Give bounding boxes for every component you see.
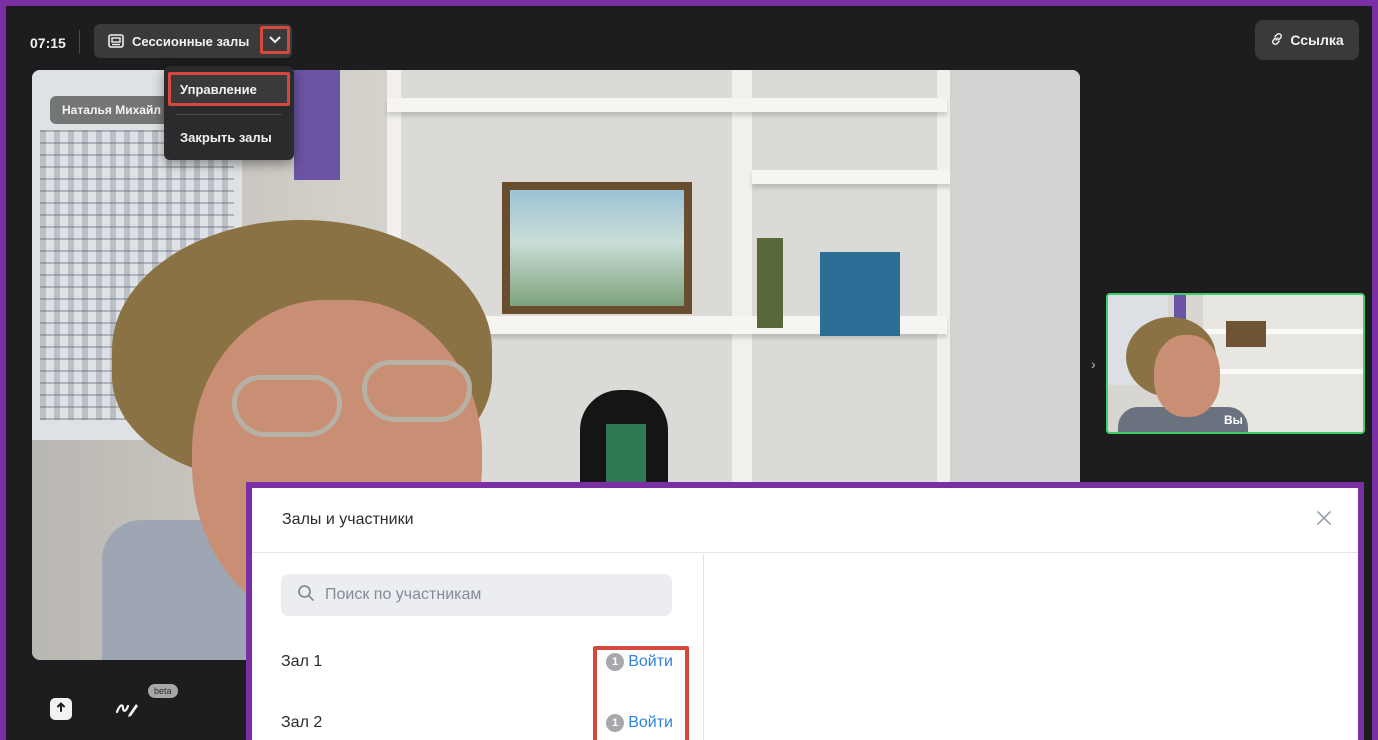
divider bbox=[79, 30, 80, 54]
rooms-icon bbox=[108, 34, 124, 48]
shelf-post bbox=[732, 70, 752, 500]
book bbox=[757, 238, 783, 328]
shelf-board bbox=[387, 98, 947, 112]
room-row: Зал 1 1 Войти bbox=[281, 647, 673, 677]
self-video-tile[interactable]: Вы bbox=[1106, 293, 1365, 434]
call-timer: 07:15 bbox=[30, 35, 66, 51]
beta-badge: beta bbox=[148, 684, 178, 698]
menu-item-close-rooms[interactable]: Закрыть залы bbox=[180, 130, 272, 145]
dialog-title: Залы и участники bbox=[282, 511, 414, 528]
menu-item-manage[interactable]: Управление bbox=[168, 72, 290, 106]
chevron-down-icon bbox=[269, 31, 281, 49]
shelf-board bbox=[752, 170, 952, 184]
room-name: Зал 2 bbox=[281, 714, 323, 731]
conference-window: 07:15 Сессионные залы Ссылка Наталья Мих… bbox=[0, 0, 1378, 740]
glasses bbox=[232, 375, 342, 437]
search-input[interactable] bbox=[325, 586, 655, 604]
glasses bbox=[362, 360, 472, 422]
close-dialog-button[interactable] bbox=[1310, 506, 1338, 534]
room-row: Зал 2 1 Войти bbox=[281, 708, 673, 738]
upload-icon bbox=[55, 700, 67, 718]
participant-count-badge: 1 bbox=[606, 653, 625, 671]
room-name: Зал 1 bbox=[281, 653, 323, 670]
session-rooms-label: Сессионные залы bbox=[132, 33, 250, 49]
chevron-right-icon[interactable]: › bbox=[1091, 356, 1096, 372]
session-rooms-menu: Управление Закрыть залы bbox=[164, 66, 294, 160]
banner bbox=[294, 70, 340, 180]
rooms-panel: Зал 1 1 Войти Зал 2 1 Войти bbox=[252, 554, 704, 740]
dialog-header: Залы и участники bbox=[252, 488, 1358, 553]
participant-count-badge: 1 bbox=[606, 714, 625, 732]
participant-name-chip: Наталья Михайл bbox=[50, 96, 173, 124]
enter-room-button[interactable]: Войти bbox=[628, 653, 673, 671]
enter-room-button[interactable]: Войти bbox=[628, 714, 673, 732]
draw-icon bbox=[115, 698, 139, 723]
whiteboard-button[interactable] bbox=[113, 698, 141, 722]
menu-separator bbox=[176, 114, 282, 115]
rooms-participants-dialog: Залы и участники Зал 1 1 Войти bbox=[246, 482, 1364, 740]
participant-search[interactable] bbox=[281, 574, 672, 616]
book bbox=[820, 252, 900, 336]
framed-picture bbox=[502, 182, 692, 314]
self-label: Вы bbox=[1224, 413, 1243, 427]
copy-link-label: Ссылка bbox=[1290, 32, 1344, 48]
share-screen-button[interactable] bbox=[50, 698, 72, 720]
copy-link-button[interactable]: Ссылка bbox=[1255, 20, 1359, 60]
link-icon bbox=[1270, 32, 1284, 49]
session-rooms-dropdown-toggle[interactable] bbox=[260, 26, 290, 54]
search-icon bbox=[297, 584, 315, 607]
close-icon bbox=[1316, 510, 1332, 531]
